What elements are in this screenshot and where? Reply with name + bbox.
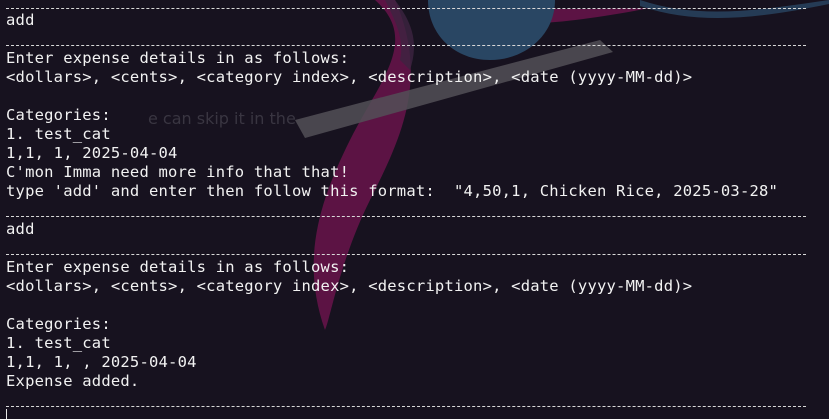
terminal-window[interactable]: e can skip it in the add Enter expense d… <box>0 0 829 419</box>
terminal-line-command: add <box>6 11 35 29</box>
terminal-line-error: C'mon Imma need more info that that! <box>6 163 350 181</box>
terminal-line-command: add <box>6 220 35 238</box>
terminal-line-input: 1,1, 1, , 2025-04-04 <box>6 353 197 371</box>
separator-line <box>6 45 806 46</box>
terminal-line-prompt: Enter expense details in as follows: <box>6 258 350 276</box>
background-ghost-text: e can skip it in the <box>148 109 296 128</box>
terminal-line-format: <dollars>, <cents>, <category index>, <d… <box>6 277 693 295</box>
terminal-line-categories-heading: Categories: <box>6 106 111 124</box>
terminal-line-category: 1. test_cat <box>6 125 111 143</box>
terminal-line-category: 1. test_cat <box>6 334 111 352</box>
separator-line <box>6 254 806 255</box>
terminal-line-format: <dollars>, <cents>, <category index>, <d… <box>6 68 693 86</box>
separator-line <box>6 8 806 9</box>
terminal-line-input: 1,1, 1, 2025-04-04 <box>6 144 178 162</box>
separator-line <box>6 216 806 217</box>
separator-line <box>6 406 806 407</box>
terminal-line-hint: type 'add' and enter then follow this fo… <box>6 182 779 200</box>
terminal-cursor <box>6 409 7 419</box>
terminal-line-prompt: Enter expense details in as follows: <box>6 49 350 67</box>
terminal-line-success: Expense added. <box>6 372 140 390</box>
terminal-line-categories-heading: Categories: <box>6 315 111 333</box>
